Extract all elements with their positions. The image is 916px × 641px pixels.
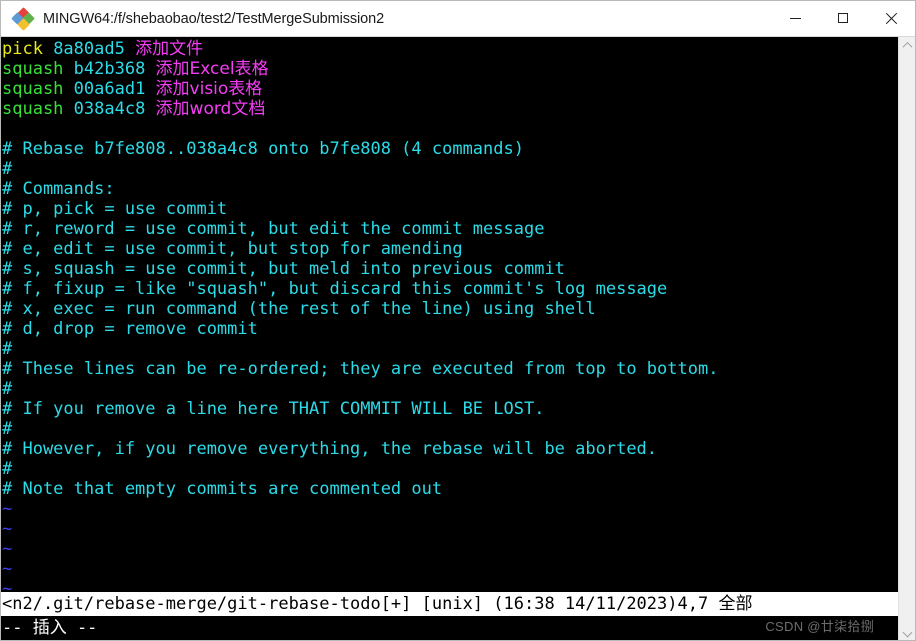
comment-line[interactable]: # If you remove a line here THAT COMMIT … [1, 399, 898, 419]
git-bash-diamond-icon [11, 6, 35, 31]
maximize-icon [838, 13, 848, 23]
commit-hash: b42b368 [63, 59, 156, 79]
maximize-button[interactable] [819, 1, 867, 36]
comment-line[interactable]: # These lines can be re-ordered; they ar… [1, 359, 898, 379]
rebase-todo-line[interactable]: pick 8a80ad5 添加文件 [1, 39, 898, 59]
commit-hash: 038a4c8 [63, 99, 156, 119]
comment-line[interactable]: # [1, 419, 898, 439]
rebase-command-keyword: squash [2, 59, 64, 79]
commit-hash: 8a80ad5 [42, 39, 136, 59]
minimize-icon [789, 17, 801, 19]
close-icon [885, 12, 897, 24]
rebase-command-keyword: pick [2, 39, 43, 59]
commit-message: 添加文件 [135, 39, 204, 59]
empty-line-marker[interactable]: ~ [1, 519, 898, 539]
empty-line-marker[interactable]: ~ [1, 499, 898, 519]
comment-text: # e, edit = use commit, but stop for ame… [2, 239, 463, 259]
empty-line-marker[interactable]: ~ [1, 539, 898, 559]
comment-line[interactable]: # s, squash = use commit, but meld into … [1, 259, 898, 279]
comment-text: # [2, 339, 13, 359]
window-controls [771, 1, 915, 37]
rebase-todo-line[interactable]: squash b42b368 添加Excel表格 [1, 59, 898, 79]
rebase-todo-line[interactable]: squash 038a4c8 添加word文档 [1, 99, 898, 119]
title-bar-left: MINGW64:/f/shebaobao/test2/TestMergeSubm… [1, 6, 771, 31]
comment-line[interactable]: # d, drop = remove commit [1, 319, 898, 339]
vim-mode-line: -- 插入 -- [1, 616, 898, 640]
commit-message: 添加Excel表格 [155, 59, 269, 79]
comment-line[interactable]: # [1, 159, 898, 179]
comment-text: # x, exec = run command (the rest of the… [2, 299, 596, 319]
terminal-window: MINGW64:/f/shebaobao/test2/TestMergeSubm… [0, 0, 916, 641]
tilde-icon: ~ [2, 519, 13, 539]
comment-text: # [2, 459, 13, 479]
comment-text: # d, drop = remove commit [2, 319, 258, 339]
title-bar[interactable]: MINGW64:/f/shebaobao/test2/TestMergeSubm… [1, 1, 915, 37]
minimize-button[interactable] [771, 1, 819, 36]
comment-text: # If you remove a line here THAT COMMIT … [2, 399, 545, 419]
terminal-content[interactable]: pick 8a80ad5 添加文件 squash b42b368 添加Excel表… [1, 37, 898, 640]
comment-text: # However, if you remove everything, the… [2, 439, 658, 459]
comment-line[interactable]: # p, pick = use commit [1, 199, 898, 219]
comment-text: # r, reword = use commit, but edit the c… [2, 219, 545, 239]
tilde-icon: ~ [2, 559, 13, 579]
comment-line[interactable]: # Rebase b7fe808..038a4c8 onto b7fe808 (… [1, 139, 898, 159]
comment-line[interactable]: # [1, 339, 898, 359]
comment-line[interactable]: # [1, 379, 898, 399]
vertical-scrollbar[interactable] [898, 37, 915, 640]
rebase-command-keyword: squash [2, 79, 64, 99]
tilde-icon: ~ [2, 539, 13, 559]
rebase-command-keyword: squash [2, 99, 64, 119]
comment-text: # [2, 379, 13, 399]
comment-line[interactable]: # [1, 459, 898, 479]
vim-status-line: <n2/.git/rebase-merge/git-rebase-todo[+]… [1, 592, 898, 616]
chevron-up-icon[interactable] [899, 37, 915, 54]
commit-hash: 00a6ad1 [63, 79, 156, 99]
comment-text: # [2, 159, 13, 179]
comment-text: # [2, 419, 13, 439]
comment-line[interactable]: # x, exec = run command (the rest of the… [1, 299, 898, 319]
commit-message: 添加word文档 [155, 99, 266, 119]
comment-line[interactable]: # e, edit = use commit, but stop for ame… [1, 239, 898, 259]
rebase-todo-line[interactable]: squash 00a6ad1 添加visio表格 [1, 79, 898, 99]
comment-text: # These lines can be re-ordered; they ar… [2, 359, 719, 379]
chevron-down-icon[interactable] [899, 624, 915, 640]
comment-text: # Rebase b7fe808..038a4c8 onto b7fe808 (… [2, 139, 524, 159]
comment-text: # s, squash = use commit, but meld into … [2, 259, 565, 279]
comment-line[interactable]: # r, reword = use commit, but edit the c… [1, 219, 898, 239]
empty-line-marker[interactable]: ~ [1, 559, 898, 579]
comment-line[interactable]: # f, fixup = like "squash", but discard … [1, 279, 898, 299]
comment-line[interactable]: # Note that empty commits are commented … [1, 479, 898, 499]
vim-buffer[interactable]: pick 8a80ad5 添加文件 squash b42b368 添加Excel表… [1, 39, 898, 595]
comment-text: # f, fixup = like "squash", but discard … [2, 279, 668, 299]
comment-line[interactable]: # Commands: [1, 179, 898, 199]
tilde-icon: ~ [2, 499, 13, 519]
close-button[interactable] [867, 1, 915, 36]
comment-line[interactable]: # However, if you remove everything, the… [1, 439, 898, 459]
commit-message: 添加visio表格 [155, 79, 263, 99]
window-title: MINGW64:/f/shebaobao/test2/TestMergeSubm… [43, 10, 385, 27]
comment-text: # Commands: [2, 179, 115, 199]
comment-text: # p, pick = use commit [2, 199, 228, 219]
comment-text: # Note that empty commits are commented … [2, 479, 443, 499]
